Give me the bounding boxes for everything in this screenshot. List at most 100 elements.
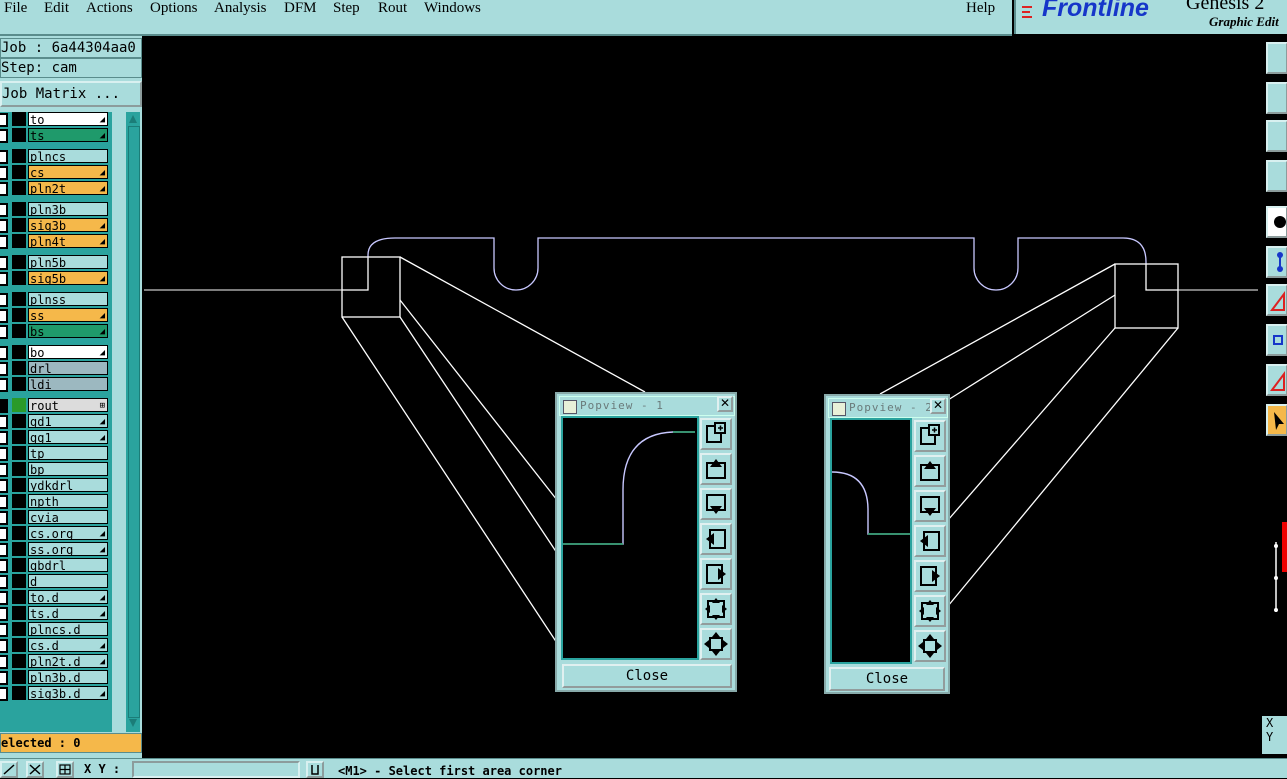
pan-up-button[interactable] [914,455,946,487]
layer-affected-marker[interactable] [12,255,26,269]
layer-row[interactable]: to.d ◢ [0,590,112,605]
tool-button-shape[interactable] [1266,324,1287,356]
layer-name[interactable]: cs.d ◢ [28,638,108,652]
layer-checkbox[interactable] [0,362,8,376]
layer-checkbox[interactable] [0,591,8,605]
layer-name[interactable]: rout ⊞ [28,398,108,412]
layer-row[interactable]: gg1 ◢ [0,430,112,445]
layer-checkbox[interactable] [0,113,8,127]
layer-row[interactable]: plnss [0,292,112,307]
tool-button-measure[interactable] [1266,160,1287,192]
layer-name[interactable]: cs.org ◢ [28,526,108,540]
layer-affected-marker[interactable] [12,526,26,540]
layer-row[interactable]: drl [0,361,112,376]
menu-file[interactable]: File [4,0,27,17]
zoom-out-button[interactable] [914,630,946,662]
zoom-out-button[interactable] [700,628,732,660]
layer-row[interactable]: pln2t ◢ [0,181,112,196]
layer-name[interactable]: pln2t.d ◢ [28,654,108,668]
menu-edit[interactable]: Edit [44,0,69,17]
layer-row[interactable]: npth [0,494,112,509]
layer-checkbox[interactable] [0,511,8,525]
tool-button-pad[interactable] [1266,206,1287,238]
fit-all-button[interactable] [914,595,946,627]
pan-down-button[interactable] [700,488,732,520]
layer-name[interactable]: plnss [28,292,108,306]
layer-name[interactable]: to.d ◢ [28,590,108,604]
layer-name[interactable]: plncs.d [28,622,108,636]
layer-row[interactable]: cs.org ◢ [0,526,112,541]
layer-affected-marker[interactable] [12,377,26,391]
scroll-down-icon[interactable] [128,718,138,728]
layer-checkbox[interactable] [0,325,8,339]
layer-row[interactable]: ydkdrl [0,478,112,493]
layer-row[interactable]: rout ⊞ [0,398,112,413]
layer-affected-marker[interactable] [12,574,26,588]
pan-up-button[interactable] [700,453,732,485]
layer-row[interactable]: cs.d ◢ [0,638,112,653]
layer-affected-marker[interactable] [12,590,26,604]
popview-1-close-icon[interactable]: ✕ [717,396,733,412]
layer-checkbox[interactable] [0,415,8,429]
tool-button-line[interactable] [1266,284,1287,316]
pan-down-button[interactable] [914,490,946,522]
layer-affected-marker[interactable] [12,398,26,412]
layer-row[interactable]: to ◢ [0,112,112,127]
layer-affected-marker[interactable] [12,622,26,636]
menu-help[interactable]: Help [966,0,995,17]
layer-affected-marker[interactable] [12,181,26,195]
layer-checkbox[interactable] [0,166,8,180]
menu-step[interactable]: Step [333,0,360,17]
layer-checkbox[interactable] [0,203,8,217]
layer-affected-marker[interactable] [12,218,26,232]
layer-name[interactable]: ss.org ◢ [28,542,108,556]
grid-button[interactable] [56,761,74,778]
layer-affected-marker[interactable] [12,558,26,572]
layer-affected-marker[interactable] [12,430,26,444]
layer-affected-marker[interactable] [12,414,26,428]
layer-row[interactable]: plncs [0,149,112,164]
tool-button-window[interactable] [1266,42,1287,74]
layer-affected-marker[interactable] [12,542,26,556]
layer-checkbox[interactable] [0,219,8,233]
popview-2-close-icon[interactable]: ✕ [930,398,946,414]
layer-checkbox[interactable] [0,182,8,196]
scroll-thumb[interactable] [128,126,140,718]
tool-button-copy[interactable] [1266,120,1287,152]
layer-checkbox[interactable] [0,687,8,701]
layer-name[interactable]: pln4t ◢ [28,234,108,248]
layer-checkbox[interactable] [0,479,8,493]
layer-checkbox[interactable] [0,129,8,143]
layer-name[interactable]: cs ◢ [28,165,108,179]
layer-name[interactable]: bs ◢ [28,324,108,338]
menu-options[interactable]: Options [150,0,198,17]
layer-checkbox[interactable] [0,272,8,286]
layer-affected-marker[interactable] [12,446,26,460]
tool-button-select[interactable] [1266,404,1287,436]
layer-row[interactable]: plncs.d [0,622,112,637]
layer-checkbox[interactable] [0,150,8,164]
layer-name[interactable]: bo ◢ [28,345,108,359]
layer-name[interactable]: ts ◢ [28,128,108,142]
layer-affected-marker[interactable] [12,308,26,322]
layer-row[interactable]: bs ◢ [0,324,112,339]
menu-windows[interactable]: Windows [424,0,481,17]
layer-row[interactable]: cvia [0,510,112,525]
layer-name[interactable]: ss ◢ [28,308,108,322]
layer-affected-marker[interactable] [12,202,26,216]
layer-affected-marker[interactable] [12,324,26,338]
layer-row[interactable]: d [0,574,112,589]
grid-snap-button[interactable] [26,761,44,778]
layer-checkbox[interactable] [0,575,8,589]
layer-name[interactable]: drl [28,361,108,375]
pan-left-button[interactable] [700,523,732,555]
layer-name[interactable]: d [28,574,108,588]
layer-row[interactable]: ldi [0,377,112,392]
layer-name[interactable]: gg1 ◢ [28,430,108,444]
layer-row[interactable]: cs ◢ [0,165,112,180]
layer-row[interactable]: ss.org ◢ [0,542,112,557]
popview-2-view[interactable] [830,418,912,664]
layer-name[interactable]: sig3b ◢ [28,218,108,232]
layer-row[interactable]: sig3b.d ◢ [0,686,112,701]
layer-row[interactable]: bo ◢ [0,345,112,360]
